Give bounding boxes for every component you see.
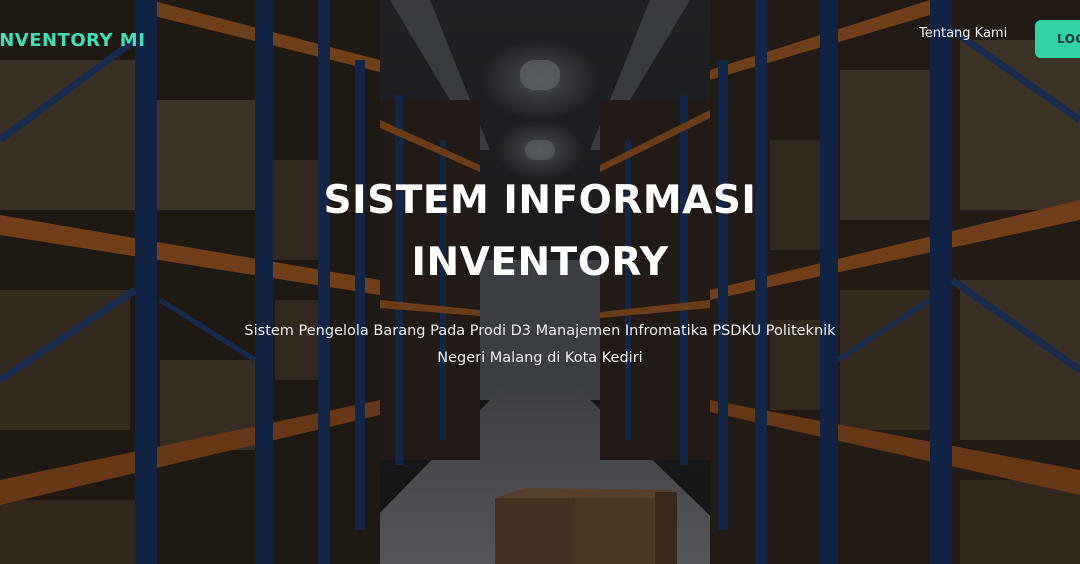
hero-subtitle: Sistem Pengelola Barang Pada Prodi D3 Ma… xyxy=(244,323,836,366)
nav-link-about[interactable]: Tentang Kami xyxy=(919,26,1007,41)
brand-logo-text[interactable]: INVENTORY MI xyxy=(0,30,145,51)
hero-title-line-2: INVENTORY xyxy=(411,240,669,285)
top-navbar: INVENTORY MI Tentang Kami LOGIN xyxy=(0,0,1080,80)
login-button[interactable]: LOGIN xyxy=(1035,20,1080,58)
hero-title-line-1: SISTEM INFORMASI xyxy=(323,178,757,223)
hero-title: SISTEM INFORMASI INVENTORY xyxy=(0,170,1080,294)
